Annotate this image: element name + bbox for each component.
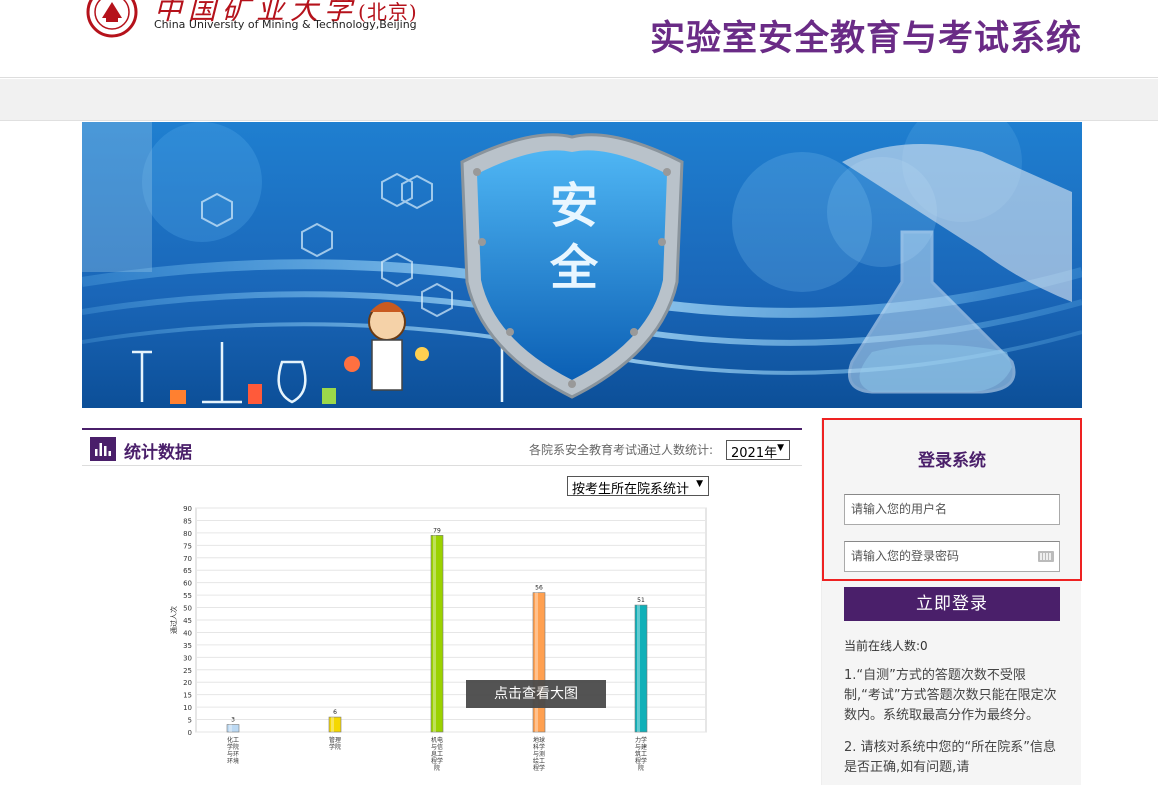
online-number: 0 [920,639,928,653]
site-title: 实验室安全教育与考试系统 [649,19,1082,59]
data-label: 6 [333,709,337,716]
bar-highlight [637,605,640,732]
y-tick-label: 5 [188,717,192,725]
bar-chart-icon [90,437,116,461]
x-tick-label: 科学 [533,743,545,751]
x-tick-label: 与建 [635,743,647,751]
bar-highlight [229,724,232,732]
bar [328,716,342,733]
y-tick-label: 10 [183,704,192,712]
x-tick-label: 环境 [227,757,239,765]
nav-bar [0,79,1158,121]
y-tick-label: 60 [183,580,192,588]
bar [430,535,444,733]
y-tick-label: 65 [183,567,192,575]
bar [634,604,648,733]
statistics-filter-label: 各院系安全教育考试通过人数统计: [529,443,714,457]
data-label: 79 [433,527,441,534]
data-label: 51 [637,597,645,604]
year-select-value: 2021年 [731,446,778,461]
x-tick-label: 力学 [635,736,647,744]
bar [226,724,240,733]
username-input[interactable]: 请输入您的用户名 [844,494,1060,525]
header: 中国矿业大学(北京) China University of Mining & … [0,0,1158,78]
y-tick-label: 55 [183,592,192,600]
y-tick-label: 35 [183,642,192,650]
x-tick-label: 与信 [431,743,443,751]
shield-text-quan: 全 [549,240,599,296]
y-tick-label: 15 [183,692,192,700]
bar-chart: 0 5 10 15 20 25 30 35 40 45 50 55 60 65 70 75 80 85 90 通过人次… [169,505,707,772]
y-axis-label: 通过人次 [169,606,178,634]
keyboard-icon[interactable] [1038,551,1054,562]
university-logo[interactable]: 中国矿业大学(北京) China University of Mining & … [84,0,417,40]
x-tick-label: 化工 [227,736,239,744]
x-tick-label: 程学 [431,757,443,765]
data-label: 56 [535,585,543,592]
statistics-header: 统计数据 各院系安全教育考试通过人数统计: 2021年 ▼ [82,428,802,466]
bar-highlight [331,717,334,732]
x-tick-label: 与环 [227,750,239,758]
statistics-title: 统计数据 [124,443,192,463]
note-2: 2. 请核对系统中您的“所在院系”信息是否正确,如有问题,请 [844,740,1057,775]
x-tick-label: 院 [638,764,644,772]
year-select[interactable]: 2021年 ▼ [726,440,790,461]
y-tick-label: 80 [183,530,192,538]
x-tick-label: 管理 [329,736,341,744]
x-tick-label: 程学 [635,757,647,765]
bar [532,592,546,733]
bar-highlight [433,535,436,732]
y-tick-label: 0 [188,729,192,737]
y-tick-label: 75 [183,542,192,550]
note-1: 1.“自测”方式的答题次数不受限制,“考试”方式答题次数只能在限定次数内。系统取… [844,668,1057,723]
dropdown-arrow-icon: ▼ [696,479,703,489]
y-tick-label: 40 [183,629,192,637]
x-tick-label: 学院 [227,743,239,751]
x-tick-label: 筑工 [635,750,647,758]
x-tick-label: 程学 [533,764,545,772]
x-tick-label: 学院 [329,743,341,751]
online-count: 当前在线人数:0 [844,637,928,654]
login-form-box: 登录系统 请输入您的用户名 请输入您的登录密码 [822,418,1082,581]
y-tick-label: 50 [183,605,192,613]
x-tick-label: 机电 [431,736,443,744]
login-panel: 登录系统 请输入您的用户名 请输入您的登录密码 立即登录 当前在线人数:0 1.… [821,418,1082,785]
x-tick-label: 息工 [431,750,443,758]
view-large-chart-button[interactable]: 点击查看大图 [466,680,606,708]
data-label: 3 [231,717,235,724]
login-button[interactable]: 立即登录 [844,587,1060,621]
y-tick-label: 70 [183,555,192,563]
bar-highlight [535,592,538,732]
safety-banner: 安 全 [82,122,1082,408]
online-label: 当前在线人数: [844,639,921,653]
y-tick-label: 85 [183,517,192,525]
login-notes: 1.“自测”方式的答题次数不受限制,“考试”方式答题次数只能在限定次数内。系统取… [844,666,1060,790]
login-title: 登录系统 [918,451,986,471]
x-tick-label: 绘工 [533,757,545,765]
pass-count-chart[interactable]: 0 5 10 15 20 25 30 35 40 45 50 55 60 65 70 75 80 85 90 通过人次… [166,500,726,790]
x-tick-label: 地球 [533,736,545,744]
password-input[interactable]: 请输入您的登录密码 [844,541,1060,572]
x-tick-label: 院 [434,764,440,772]
y-tick-label: 90 [183,505,192,513]
shield-text-an: 安 [550,178,598,234]
dropdown-arrow-icon: ▼ [777,443,784,453]
x-tick-label: 与测 [533,750,545,758]
university-seal-icon [86,0,138,38]
y-tick-label: 30 [183,654,192,662]
y-tick-label: 25 [183,667,192,675]
statistics-mode-select[interactable]: 按考生所在院系统计 ▼ [567,476,709,497]
statistics-panel: 统计数据 各院系安全教育考试通过人数统计: 2021年 ▼ 按考生所在院系统计 … [82,428,802,788]
logo-english-name: China University of Mining & Technology,… [154,18,417,31]
y-tick-label: 45 [183,617,192,625]
mode-select-value: 按考生所在院系统计 [572,482,690,497]
y-tick-label: 20 [183,679,192,687]
